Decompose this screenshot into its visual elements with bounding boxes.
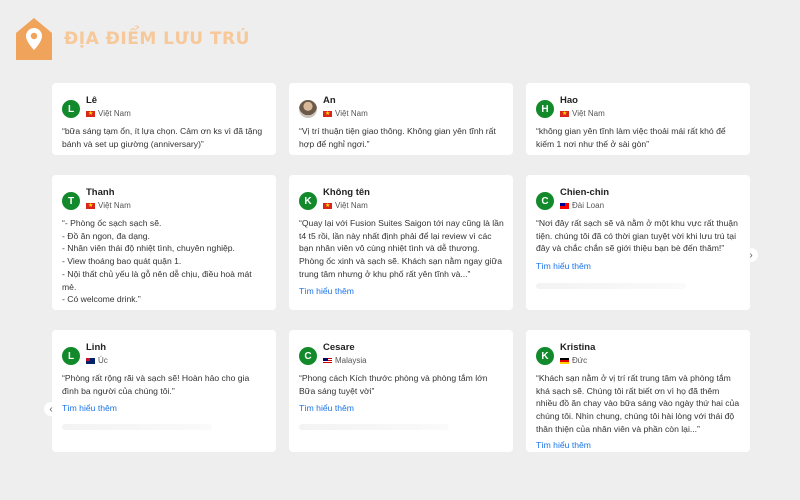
location-pin-icon — [16, 18, 52, 60]
reviewer-country: Việt Nam — [98, 201, 131, 210]
review-card: K Kristina Đức “Khách sạn nằm ở vị trí r… — [526, 330, 750, 452]
avatar: H — [536, 100, 554, 118]
review-text: “Khách sạn nằm ở vị trí rất trung tâm và… — [536, 373, 740, 434]
reviewer-name: Linh — [86, 342, 107, 353]
malaysia-flag-icon — [323, 357, 332, 364]
avatar — [299, 100, 317, 118]
faded-placeholder — [536, 283, 686, 289]
review-card: L Lê Việt Nam “bữa sáng tạm ổn, ít lựa c… — [52, 83, 276, 155]
review-text: “Quay lại với Fusion Suites Saigon tới n… — [299, 218, 504, 279]
carousel-prev-button[interactable]: ‹ — [44, 402, 58, 416]
reviewer-country: Việt Nam — [98, 109, 131, 118]
taiwan-flag-icon — [560, 202, 569, 209]
review-text: “bữa sáng tạm ổn, ít lựa chọn. Cảm ơn ks… — [62, 126, 263, 149]
reviewer-country: Malaysia — [335, 356, 367, 365]
reviewer-country: Đài Loan — [572, 201, 605, 210]
avatar: C — [299, 347, 317, 365]
vietnam-flag-icon — [86, 200, 95, 212]
reviewer-country: Việt Nam — [335, 201, 368, 210]
reviewer-name: Chien-chin — [560, 187, 610, 198]
avatar: C — [536, 192, 554, 210]
vietnam-flag-icon — [560, 108, 569, 120]
read-more-link[interactable]: Tìm hiểu thêm — [62, 403, 117, 413]
vietnam-flag-icon — [86, 108, 95, 120]
avatar: K — [536, 347, 554, 365]
reviewer-name: Hao — [560, 95, 578, 106]
review-card: L Linh Úc “Phòng rất rộng rãi và sạch sẽ… — [52, 330, 276, 452]
review-text: “Phong cách Kích thước phòng và phòng tắ… — [299, 373, 488, 396]
read-more-link[interactable]: Tìm hiểu thêm — [299, 403, 354, 413]
reviewer-name: Thanh — [86, 187, 115, 198]
review-text: “- Phòng ốc sạch sạch sẽ. - Đồ ăn ngon, … — [62, 218, 252, 305]
review-card: C Chien-chin Đài Loan “Nơi đây rất sạch … — [526, 175, 750, 310]
review-text: “Nơi đây rất sạch sẽ và nằm ở một khu vự… — [536, 218, 738, 254]
vietnam-flag-icon — [323, 108, 332, 120]
avatar: L — [62, 100, 80, 118]
australia-flag-icon — [86, 357, 95, 364]
carousel-next-button[interactable]: › — [744, 248, 758, 262]
review-card: H Hao Việt Nam “không gian yên tĩnh làm … — [526, 83, 750, 155]
reviewer-country: Việt Nam — [335, 109, 368, 118]
reviewer-name: An — [323, 95, 336, 106]
germany-flag-icon — [560, 357, 569, 364]
read-more-link[interactable]: Tìm hiểu thêm — [536, 440, 591, 450]
reviewer-name: Không tên — [323, 187, 370, 198]
vietnam-flag-icon — [323, 200, 332, 212]
read-more-link[interactable]: Tìm hiểu thêm — [536, 261, 591, 271]
reviewer-country: Việt Nam — [572, 109, 605, 118]
reviewer-name: Cesare — [323, 342, 355, 353]
reviewer-name: Kristina — [560, 342, 596, 353]
review-text: “Phòng rất rộng rãi và sạch sẽ! Hoàn hảo… — [62, 373, 250, 396]
reviewer-country: Úc — [98, 356, 108, 365]
reviewer-name: Lê — [86, 95, 98, 106]
avatar: T — [62, 192, 80, 210]
faded-placeholder — [299, 424, 449, 430]
reviewer-country: Đức — [572, 356, 588, 365]
read-more-link[interactable]: Tìm hiểu thêm — [299, 286, 354, 296]
faded-placeholder — [62, 424, 212, 430]
avatar: K — [299, 192, 317, 210]
review-card: K Không tên Việt Nam “Quay lại với Fusio… — [289, 175, 513, 310]
brand-title: ĐỊA ĐIỂM LƯU TRÚ — [64, 29, 250, 49]
avatar: L — [62, 347, 80, 365]
review-card: T Thanh Việt Nam “- Phòng ốc sạch sạch s… — [52, 175, 276, 310]
review-text: “không gian yên tĩnh làm việc thoải mái … — [536, 126, 726, 149]
review-card: C Cesare Malaysia “Phong cách Kích thước… — [289, 330, 513, 452]
brand-logo: ĐỊA ĐIỂM LƯU TRÚ — [14, 16, 250, 62]
review-card: An Việt Nam “Vị trí thuận tiện giao thôn… — [289, 83, 513, 155]
review-text: “Vị trí thuận tiện giao thông. Không gia… — [299, 126, 496, 149]
